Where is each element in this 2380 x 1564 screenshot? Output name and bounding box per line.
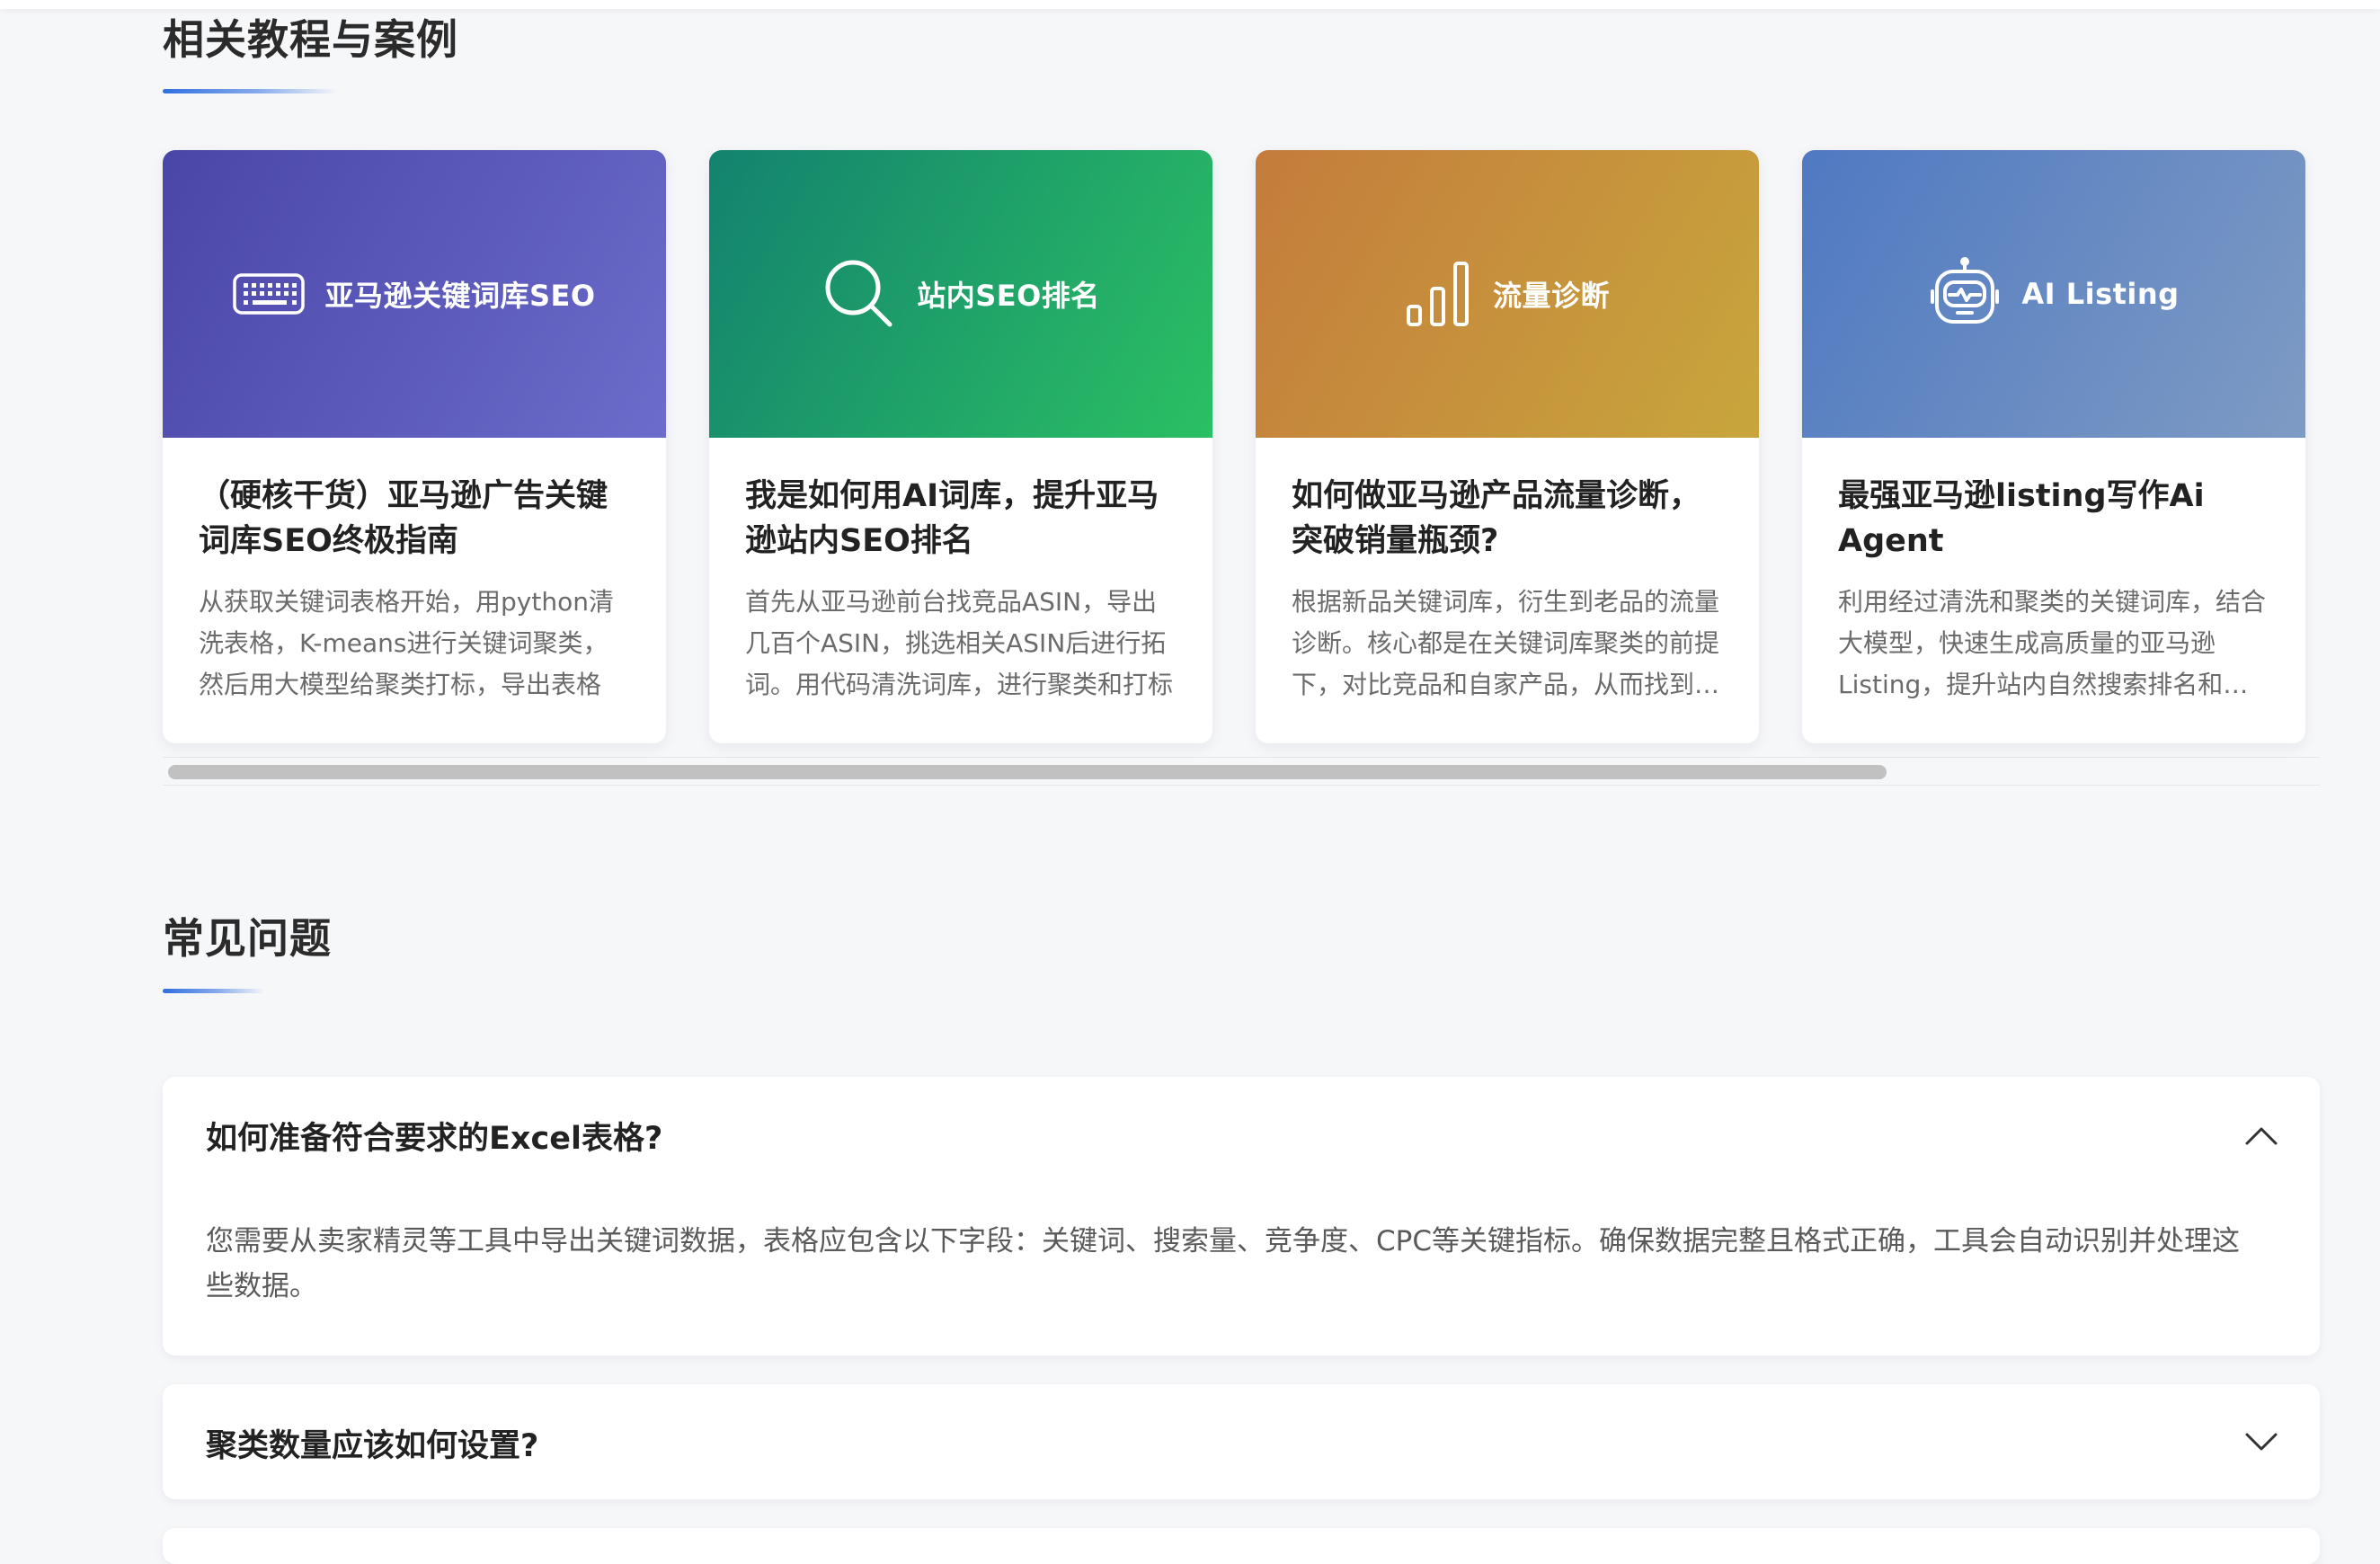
card-description: 首先从亚马逊前台找竞品ASIN，导出几百个ASIN，挑选相关ASIN后进行拓词。… xyxy=(745,587,1174,699)
cards-horizontal-scrollbar[interactable] xyxy=(163,757,2320,786)
faq-question[interactable]: 聚类数量应该如何设置? xyxy=(206,1420,538,1466)
card-banner: 亚马逊关键词库SEO xyxy=(163,150,666,438)
faq-section-title: 常见问题 xyxy=(163,914,332,963)
tutorial-card-ai-listing[interactable]: AI Listing 最强亚马逊listing写作Ai Agent 利用经过清洗… xyxy=(1802,150,2305,743)
banner-label: 流量诊断 xyxy=(1492,279,1610,313)
faq-title-underline xyxy=(163,989,264,993)
tutorial-card-traffic-diagnosis[interactable]: 流量诊断 如何做亚马逊产品流量诊断，突破销量瓶颈? 根据新品关键词库，衍生到老品… xyxy=(1256,150,1759,743)
card-description: 利用经过清洗和聚类的关键词库，结合大模型，快速生成高质量的亚马逊Listing，… xyxy=(1838,587,2267,699)
banner-label: 站内SEO排名 xyxy=(917,279,1100,313)
bar-chart-icon xyxy=(1405,260,1473,328)
tutorials-section-title: 相关教程与案例 xyxy=(163,15,458,64)
search-icon xyxy=(821,256,897,332)
scrollbar-thumb[interactable] xyxy=(168,765,1887,779)
tutorial-card-onsite-seo[interactable]: 站内SEO排名 我是如何用AI词库，提升亚马逊站内SEO排名 首先从亚马逊前台找… xyxy=(709,150,1212,743)
faq-item-cluster-count[interactable]: 聚类数量应该如何设置? xyxy=(163,1384,2320,1499)
card-title: 如何做亚马逊产品流量诊断，突破销量瓶颈? xyxy=(1292,478,1701,559)
tutorials-title-underline xyxy=(163,89,338,93)
keyboard-icon xyxy=(233,271,306,316)
robot-icon xyxy=(1928,257,2002,331)
banner-label: AI Listing xyxy=(2021,277,2180,311)
faq-question[interactable]: 如何准备符合要求的Excel表格? xyxy=(206,1113,662,1159)
faq-item-next[interactable] xyxy=(163,1528,2320,1564)
card-title: （硬核干货）亚马逊广告关键词库SEO终极指南 xyxy=(199,478,608,559)
card-description: 从获取关键词表格开始，用python清洗表格，K-means进行关键词聚类，然后… xyxy=(199,587,614,699)
faq-answer: 您需要从卖家精灵等工具中导出关键词数据，表格应包含以下字段：关键词、搜索量、竞争… xyxy=(206,1225,2240,1302)
banner-label: 亚马逊关键词库SEO xyxy=(324,279,596,313)
card-title: 我是如何用AI词库，提升亚马逊站内SEO排名 xyxy=(745,478,1159,559)
card-banner: AI Listing xyxy=(1802,150,2305,438)
card-banner: 站内SEO排名 xyxy=(709,150,1212,438)
chevron-up-icon[interactable] xyxy=(2244,1125,2278,1151)
card-banner: 流量诊断 xyxy=(1256,150,1759,438)
tutorial-card-keyword-seo[interactable]: 亚马逊关键词库SEO （硬核干货）亚马逊广告关键词库SEO终极指南 从获取关键词… xyxy=(163,150,666,743)
faq-item-excel[interactable]: 如何准备符合要求的Excel表格? 您需要从卖家精灵等工具中导出关键词数据，表格… xyxy=(163,1077,2320,1355)
chevron-down-icon[interactable] xyxy=(2244,1431,2278,1456)
card-description: 根据新品关键词库，衍生到老品的流量诊断。核心都是在关键词库聚类的前提下，对比竞品… xyxy=(1292,587,1720,699)
card-title: 最强亚马逊listing写作Ai Agent xyxy=(1838,478,2205,559)
